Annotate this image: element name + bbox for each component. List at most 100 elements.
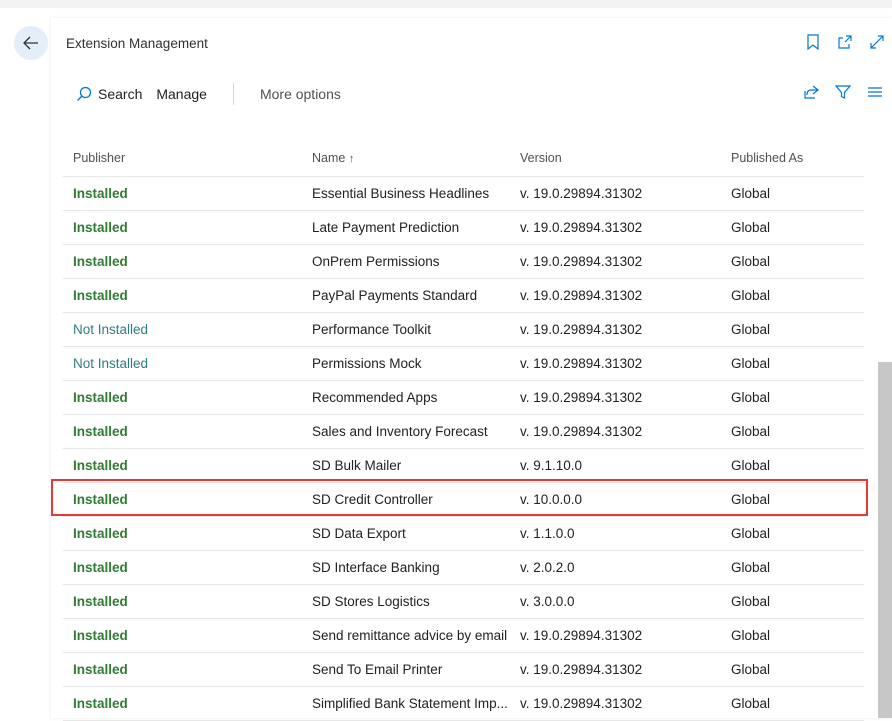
version-cell: v. 19.0.29894.31302: [520, 696, 643, 711]
name-cell: Send To Email Printer: [312, 662, 443, 677]
version-cell: v. 3.0.0.0: [520, 594, 575, 609]
status-cell[interactable]: Installed: [63, 594, 303, 609]
status-cell[interactable]: Not Installed: [63, 322, 303, 337]
column-published-as[interactable]: Published As: [723, 151, 864, 165]
table-header: Publisher Name ↑ Version Published As: [63, 140, 864, 177]
table-row[interactable]: Installed Recommended Apps v. 19.0.29894.3…: [63, 381, 864, 415]
status-cell[interactable]: Installed: [63, 696, 303, 711]
status-cell[interactable]: Installed: [63, 662, 303, 677]
status-cell[interactable]: Installed: [63, 390, 303, 405]
version-cell: v. 9.1.10.0: [520, 458, 583, 473]
manage-button[interactable]: Manage: [156, 86, 207, 102]
published-as-cell: Global: [731, 458, 771, 473]
more-options-button[interactable]: More options: [260, 86, 341, 102]
status-cell[interactable]: Installed: [63, 186, 303, 201]
published-as-cell: Global: [731, 662, 771, 677]
back-button[interactable]: [14, 26, 48, 60]
name-cell: SD Credit Controller: [312, 492, 433, 507]
version-cell: v. 1.1.0.0: [520, 526, 575, 541]
table-row[interactable]: Installed Send remittance advice by email…: [63, 619, 864, 653]
table-row[interactable]: Installed Simplified Bank Statement Imp..…: [63, 687, 864, 721]
name-cell: Send remittance advice by email: [312, 628, 508, 643]
status-cell[interactable]: Installed: [63, 526, 303, 541]
published-as-cell: Global: [731, 254, 771, 269]
name-cell: SD Interface Banking: [312, 560, 440, 575]
search-button[interactable]: Search: [76, 86, 142, 102]
action-bar: Search Manage More options: [76, 83, 341, 105]
more-options-label: More options: [259, 86, 341, 102]
column-name[interactable]: Name ↑: [303, 151, 513, 165]
name-cell: Performance Toolkit: [312, 322, 432, 337]
name-cell: PayPal Payments Standard: [312, 288, 478, 303]
open-new-window-icon[interactable]: [836, 33, 854, 51]
name-cell: SD Data Export: [312, 526, 406, 541]
version-cell: v. 19.0.29894.31302: [520, 322, 643, 337]
toolbar-divider: [232, 83, 234, 105]
status-cell[interactable]: Installed: [63, 492, 303, 507]
filter-icon[interactable]: [834, 83, 852, 101]
expand-icon[interactable]: [868, 33, 886, 51]
list-actions: [802, 83, 884, 101]
version-cell: v. 19.0.29894.31302: [520, 662, 643, 677]
published-as-cell: Global: [731, 424, 771, 439]
status-cell[interactable]: Installed: [63, 458, 303, 473]
sort-ascending-icon: ↑: [348, 153, 355, 165]
name-cell: SD Stores Logistics: [312, 594, 430, 609]
name-cell: Permissions Mock: [312, 356, 422, 371]
table-row[interactable]: Installed Late Payment Prediction v. 19.0.…: [63, 211, 864, 245]
list-view-icon[interactable]: [866, 83, 884, 101]
published-as-cell: Global: [731, 288, 771, 303]
column-name-label: Name: [312, 151, 346, 165]
version-cell: v. 19.0.29894.31302: [520, 356, 643, 371]
version-cell: v. 19.0.29894.31302: [520, 220, 643, 235]
name-cell: Essential Business Headlines: [312, 186, 490, 201]
name-cell: Simplified Bank Statement Imp...: [312, 696, 508, 711]
extensions-table: Publisher Name ↑ Version Published As In…: [63, 140, 864, 721]
version-cell: v. 19.0.29894.31302: [520, 186, 643, 201]
version-cell: v. 19.0.29894.31302: [520, 254, 643, 269]
name-cell: Late Payment Prediction: [312, 220, 460, 235]
table-row[interactable]: Installed SD Credit Controller v. 10.0.0.0…: [63, 483, 864, 517]
name-cell: SD Bulk Mailer: [312, 458, 402, 473]
table-row[interactable]: Not Installed Performance Toolkit v. 19.0.…: [63, 313, 864, 347]
published-as-cell: Global: [731, 628, 771, 643]
table-row[interactable]: Installed SD Bulk Mailer v. 9.1.10.0 Global: [63, 449, 864, 483]
published-as-cell: Global: [731, 220, 771, 235]
column-publisher[interactable]: Publisher: [63, 151, 303, 165]
version-cell: v. 10.0.0.0: [520, 492, 583, 507]
window-actions: [804, 33, 886, 51]
search-label: Search: [98, 86, 143, 102]
published-as-cell: Global: [731, 390, 771, 405]
status-cell[interactable]: Installed: [63, 628, 303, 643]
table-row[interactable]: Installed Send To Email Printer v. 19.0.29…: [63, 653, 864, 687]
status-cell[interactable]: Installed: [63, 424, 303, 439]
scrollbar-thumb[interactable]: [878, 362, 892, 718]
back-arrow-icon: [23, 36, 38, 50]
published-as-cell: Global: [731, 322, 771, 337]
column-version[interactable]: Version: [513, 151, 723, 165]
search-icon: [77, 86, 92, 101]
published-as-cell: Global: [731, 594, 771, 609]
table-row[interactable]: Installed SD Interface Banking v. 2.0.2.0 G…: [63, 551, 864, 585]
status-cell[interactable]: Not Installed: [63, 356, 303, 371]
share-icon[interactable]: [802, 83, 820, 101]
table-row[interactable]: Not Installed Permissions Mock v. 19.0.298…: [63, 347, 864, 381]
table-row[interactable]: Installed SD Stores Logistics v. 3.0.0.0 Gl…: [63, 585, 864, 619]
version-cell: v. 19.0.29894.31302: [520, 424, 643, 439]
table-row[interactable]: Installed Essential Business Headlines v. …: [63, 177, 864, 211]
table-row[interactable]: Installed PayPal Payments Standard v. 19.0…: [63, 279, 864, 313]
status-cell[interactable]: Installed: [63, 288, 303, 303]
bookmark-icon[interactable]: [804, 33, 822, 51]
status-cell[interactable]: Installed: [63, 220, 303, 235]
version-cell: v. 19.0.29894.31302: [520, 390, 643, 405]
top-strip: [0, 0, 892, 8]
version-cell: v. 19.0.29894.31302: [520, 288, 643, 303]
page-title: Extension Management: [66, 36, 208, 51]
table-row[interactable]: Installed OnPrem Permissions v. 19.0.29894…: [63, 245, 864, 279]
status-cell[interactable]: Installed: [63, 254, 303, 269]
version-cell: v. 2.0.2.0: [520, 560, 575, 575]
table-row[interactable]: Installed SD Data Export v. 1.1.0.0 Global: [63, 517, 864, 551]
status-cell[interactable]: Installed: [63, 560, 303, 575]
table-row[interactable]: Installed Sales and Inventory Forecast v. …: [63, 415, 864, 449]
name-cell: Recommended Apps: [312, 390, 438, 405]
